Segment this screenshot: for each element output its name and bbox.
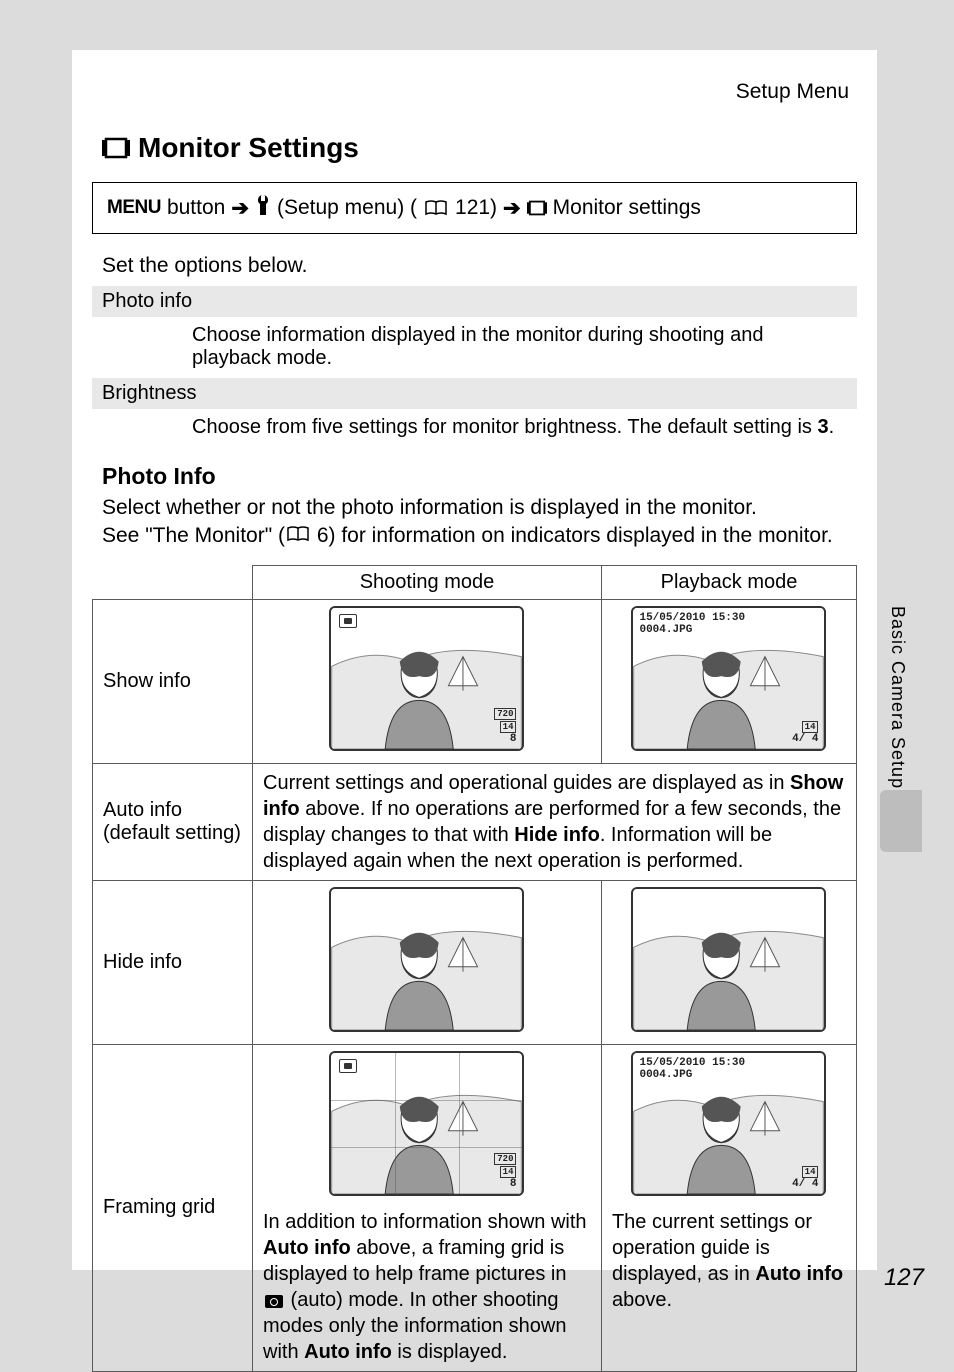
option-header-brightness: Brightness (92, 378, 857, 410)
camera-icon (265, 1295, 283, 1308)
option-header-photo-info: Photo info (92, 286, 857, 318)
arrow-icon: ➔ (231, 196, 249, 221)
camera-mode-icon (339, 1059, 357, 1073)
camera-mode-icon (339, 614, 357, 628)
photo-info-description: Select whether or not the photo informat… (92, 494, 857, 551)
overlay-date: 15/05/2010 15:300004.JPG (639, 1057, 745, 1081)
auto-info-description: Current settings and operational guides … (253, 763, 857, 880)
overlay-counter: 14 4/ 4 (792, 721, 818, 745)
breadcrumb-path: MENU button ➔ (Setup menu) ( 121) ➔ Moni… (92, 182, 857, 234)
monitor-settings-icon (527, 200, 547, 216)
options-table: Photo info Choose information displayed … (92, 286, 857, 445)
col-shooting: Shooting mode (253, 565, 602, 599)
section-header: Setup Menu (92, 80, 857, 104)
row-auto-info: Auto info (default setting) (93, 763, 253, 880)
thumbnail-shooting-hide-info (329, 887, 524, 1032)
col-playback: Playback mode (601, 565, 856, 599)
photo-info-table: Shooting mode Playback mode Show info 72… (92, 565, 857, 1372)
arrow-icon: ➔ (503, 196, 521, 221)
side-tab-label: Basic Camera Setup (887, 606, 908, 789)
thumbnail-playback-hide-info (631, 887, 826, 1032)
page-number: 127 (884, 1264, 924, 1292)
row-hide-info: Hide info (93, 880, 253, 1044)
overlay-info: 720 14 8 (494, 1153, 516, 1189)
monitor-settings-icon (102, 137, 130, 159)
thumbnail-playback-show-info: 15/05/2010 15:300004.JPG 14 4/ 4 (631, 606, 826, 751)
thumbnail-shooting-framing-grid: 720 14 8 (329, 1051, 524, 1196)
overlay-date: 15/05/2010 15:300004.JPG (639, 612, 745, 636)
row-show-info: Show info (93, 599, 253, 763)
thumbnail-shooting-show-info: 720 14 8 (329, 606, 524, 751)
overlay-counter: 14 4/ 4 (792, 1166, 818, 1190)
intro-text: Set the options below. (92, 254, 857, 278)
option-desc: Choose information displayed in the moni… (92, 318, 857, 376)
side-thumb-tab (880, 790, 922, 852)
overlay-info: 720 14 8 (494, 708, 516, 744)
thumbnail-playback-framing-grid: 15/05/2010 15:300004.JPG 14 4/ 4 (631, 1051, 826, 1196)
row-framing-grid: Framing grid (93, 1044, 253, 1371)
photo-info-heading: Photo Info (92, 463, 857, 490)
page-title: Monitor Settings (92, 132, 857, 164)
book-ref-icon (287, 526, 309, 542)
option-desc: Choose from five settings for monitor br… (92, 410, 857, 445)
manual-page: Setup Menu Monitor Settings MENU button … (72, 50, 877, 1270)
wrench-icon (255, 195, 271, 221)
book-ref-icon (425, 200, 447, 216)
menu-button-label: MENU (107, 197, 161, 219)
